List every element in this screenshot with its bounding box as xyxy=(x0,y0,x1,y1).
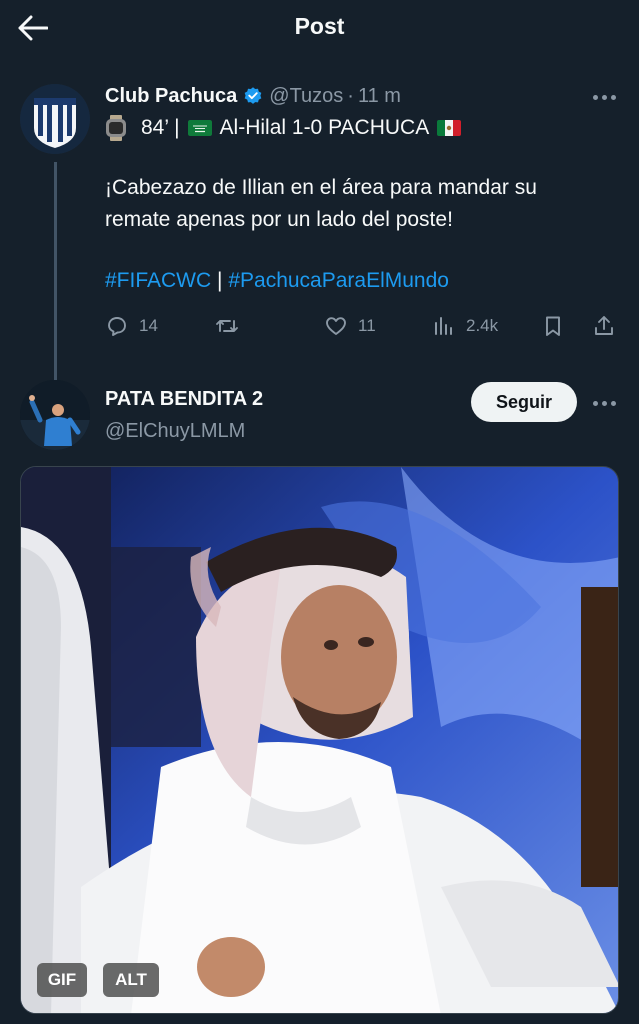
dot-icon xyxy=(611,400,616,406)
dot-icon xyxy=(602,400,607,406)
share-icon xyxy=(595,316,613,335)
gif-media[interactable]: GIF ALT xyxy=(20,466,619,1014)
reply-author-handle[interactable]: @ElChuyLMLM xyxy=(105,420,245,443)
author-name[interactable]: Club Pachuca xyxy=(105,85,237,108)
reply-author-name[interactable]: PATA BENDITA 2 xyxy=(105,388,263,411)
post-time[interactable]: 11 m xyxy=(358,85,401,108)
verified-badge-icon xyxy=(244,87,262,104)
like-count: 11 xyxy=(358,316,376,335)
heart-icon xyxy=(326,317,346,335)
hashtag-separator: | xyxy=(217,269,223,292)
dot-icon xyxy=(611,94,616,100)
author-handle[interactable]: @Tuzos xyxy=(269,85,343,108)
hashtag-link[interactable]: #PachucaParaElMundo xyxy=(228,269,449,292)
reply-more-options-button[interactable] xyxy=(593,398,619,408)
share-button[interactable] xyxy=(592,312,616,340)
action-bar: 14 11 2.4k xyxy=(105,312,620,340)
retweet-icon xyxy=(216,320,238,332)
page-title: Post xyxy=(294,13,345,39)
bookmark-button[interactable] xyxy=(541,312,565,340)
match-minute: 84’ | xyxy=(141,116,180,139)
club-pachuca-logo xyxy=(20,84,90,154)
more-options-button[interactable] xyxy=(593,92,619,102)
views-button[interactable]: 2.4k xyxy=(432,312,498,340)
avatar-photo xyxy=(20,380,90,450)
author-avatar[interactable] xyxy=(20,84,90,154)
match-score: Al-Hilal 1-0 PACHUCA xyxy=(219,116,430,139)
dot-icon xyxy=(602,94,607,100)
top-bar: Post xyxy=(0,0,639,56)
gif-frame-image xyxy=(21,467,618,1013)
like-button[interactable]: 11 xyxy=(324,312,376,340)
dot-icon xyxy=(593,400,598,406)
alt-text-button[interactable]: ALT xyxy=(103,963,159,997)
hashtag-line: #FIFACWC | #PachucaParaElMundo xyxy=(105,269,449,293)
reply-count: 14 xyxy=(139,316,158,335)
reply-author-avatar[interactable] xyxy=(20,380,90,450)
follow-button[interactable]: Seguir xyxy=(471,382,577,422)
saudi-arabia-flag xyxy=(187,120,212,136)
dot-separator: · xyxy=(347,84,354,107)
gif-badge: GIF xyxy=(37,963,87,997)
post-header: Club Pachuca @Tuzos · 11 m xyxy=(105,82,401,110)
dot-icon xyxy=(593,94,598,100)
bookmark-icon xyxy=(546,316,560,336)
score-line: 84’ | Al-Hilal 1-0 PACHUCA xyxy=(105,114,469,142)
reply-icon xyxy=(108,317,126,336)
post-text: ¡Cabezazo de Illian en el área para mand… xyxy=(105,176,537,231)
views-count: 2.4k xyxy=(466,316,499,335)
smartwatch-icon xyxy=(106,115,126,141)
retweet-button[interactable] xyxy=(215,312,249,340)
mexico-flag xyxy=(437,120,462,136)
views-chart-icon xyxy=(435,317,452,335)
hashtag-link[interactable]: #FIFACWC xyxy=(105,269,211,292)
reply-button[interactable]: 14 xyxy=(105,312,158,340)
